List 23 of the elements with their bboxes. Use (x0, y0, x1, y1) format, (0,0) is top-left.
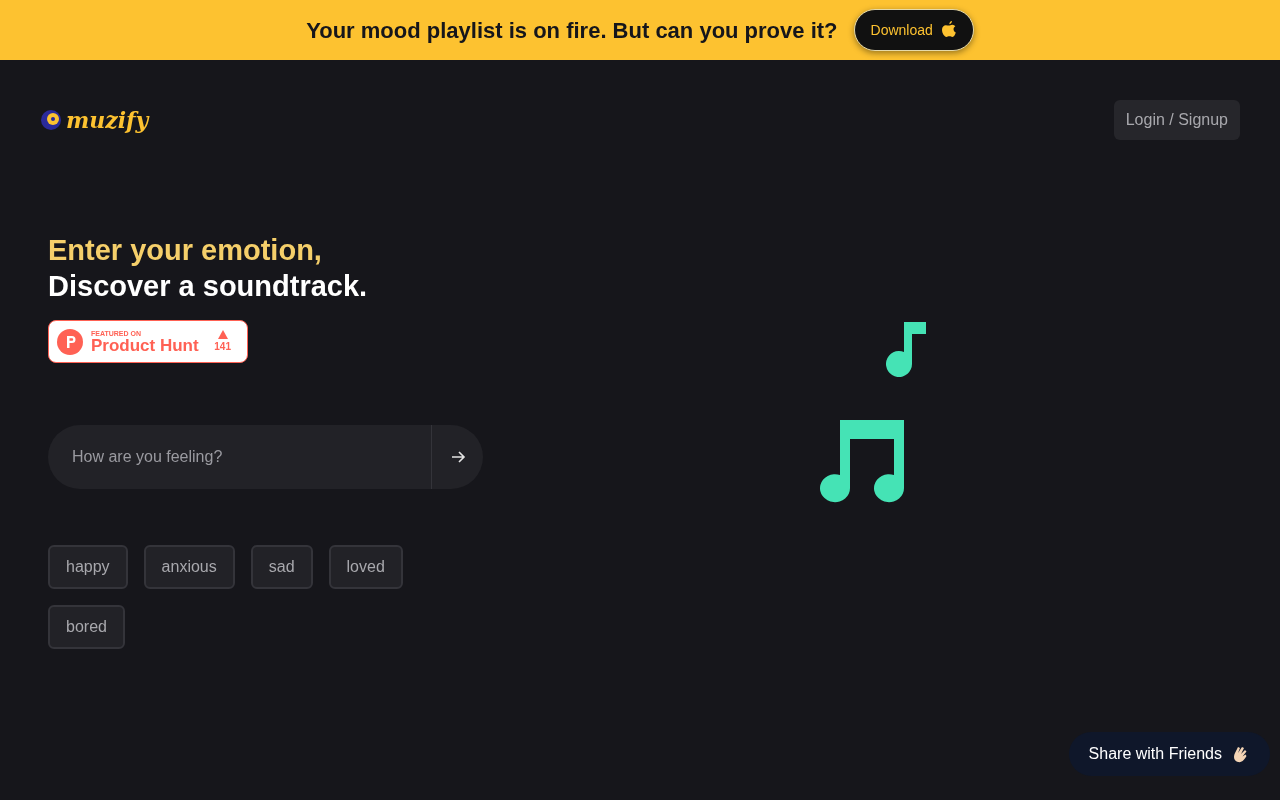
mood-search-field[interactable]: How are you feeling? (48, 445, 431, 469)
search-bar[interactable]: How are you feeling? (48, 425, 483, 489)
upvote-icon (217, 329, 228, 339)
share-button[interactable]: Share with Friends (1068, 732, 1270, 776)
arrow-right-icon (449, 449, 466, 465)
login-button[interactable]: Login / Signup (1113, 100, 1240, 140)
mood-chip[interactable]: bored (48, 605, 125, 649)
music-note-icon (886, 322, 926, 380)
product-hunt-icon (57, 328, 83, 355)
apple-icon (940, 21, 957, 39)
logo-wordmark[interactable]: muzify (66, 103, 149, 137)
logo-icon (40, 109, 62, 131)
mood-chip[interactable]: sad (250, 545, 313, 589)
mood-chip[interactable]: happy (48, 545, 128, 589)
mood-chip[interactable]: loved (328, 545, 403, 589)
hero-subheadline: Discover a soundtrack. (48, 269, 369, 304)
badge-title: Product Hunt (91, 336, 200, 354)
mood-chip[interactable]: anxious (143, 545, 235, 589)
upvote-count: 141 (214, 339, 231, 354)
beamed-notes-icon (820, 420, 906, 504)
download-button[interactable]: Download (853, 9, 974, 51)
hero-headline: Enter your emotion, (48, 233, 323, 268)
banner-text: Your mood playlist is on fire. But can you prove it? (306, 16, 838, 45)
